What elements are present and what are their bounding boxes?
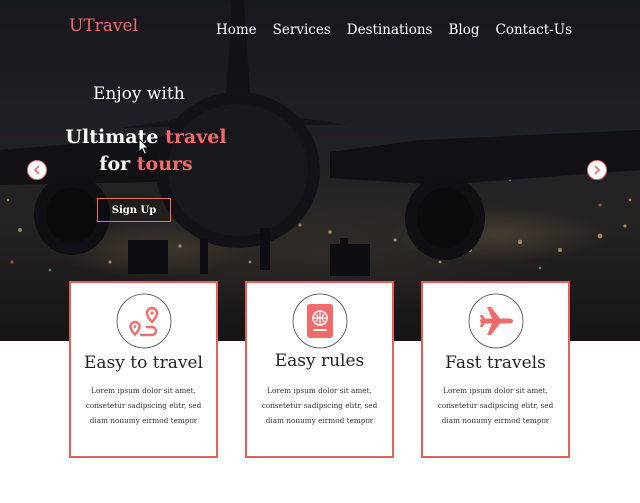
- hero-title-part2: for: [99, 153, 137, 175]
- chevron-left-icon: [33, 165, 40, 175]
- feature-description: Lorem ipsum dolor sit amet, consetetur s…: [257, 383, 382, 428]
- feature-line: diam nonumy eirmod tempor: [89, 416, 198, 425]
- airplane-icon: [468, 293, 523, 349]
- feature-line: diam nonumy eirmod tempor: [441, 416, 550, 425]
- feature-card-fast-travels: Fast travels Lorem ipsum dolor sit amet,…: [421, 281, 570, 458]
- mouse-cursor-icon: [138, 138, 150, 156]
- chevron-right-icon: [594, 165, 601, 175]
- main-nav: Home Services Destinations Blog Contact-…: [200, 22, 572, 38]
- logo-initial: U: [69, 16, 84, 36]
- nav-contact-us[interactable]: Contact-Us: [496, 22, 572, 38]
- nav-home[interactable]: Home: [216, 22, 257, 38]
- feature-title: Fast travels: [445, 353, 546, 373]
- feature-description: Lorem ipsum dolor sit amet, consetetur s…: [81, 383, 206, 428]
- slider-prev-button[interactable]: [27, 160, 47, 180]
- feature-line: consetetur sadipscing elitr, sed: [437, 401, 554, 410]
- feature-line: diam nonumy eirmod tempor: [265, 416, 374, 425]
- site-logo[interactable]: UTravel: [69, 16, 138, 36]
- hero-title-accent2: tours: [136, 153, 193, 175]
- feature-description: Lorem ipsum dolor sit amet, consetetur s…: [433, 383, 558, 428]
- hero-title-part1: Ultimate: [65, 126, 166, 148]
- feature-line: consetetur sadipscing elitr, sed: [85, 401, 202, 410]
- feature-title: Easy to travel: [84, 353, 203, 373]
- slider-next-button[interactable]: [587, 160, 607, 180]
- nav-services[interactable]: Services: [273, 22, 331, 38]
- nav-blog[interactable]: Blog: [449, 22, 480, 38]
- feature-line: Lorem ipsum dolor sit amet,: [443, 386, 548, 395]
- passport-icon: [292, 293, 347, 349]
- feature-line: Lorem ipsum dolor sit amet,: [267, 386, 372, 395]
- hero-title-accent1: travel: [165, 126, 227, 148]
- feature-line: consetetur sadipscing elitr, sed: [261, 401, 378, 410]
- logo-text: Travel: [83, 16, 139, 36]
- nav-destinations[interactable]: Destinations: [347, 22, 433, 38]
- sign-up-button[interactable]: Sign Up: [97, 198, 171, 222]
- feature-title: Easy rules: [274, 351, 365, 371]
- feature-card-easy-rules: Easy rules Lorem ipsum dolor sit amet, c…: [245, 281, 394, 458]
- route-icon: [116, 293, 171, 349]
- feature-card-easy-to-travel: Easy to travel Lorem ipsum dolor sit ame…: [69, 281, 218, 458]
- hero-subtitle: Enjoy with: [93, 84, 185, 104]
- feature-line: Lorem ipsum dolor sit amet,: [91, 386, 196, 395]
